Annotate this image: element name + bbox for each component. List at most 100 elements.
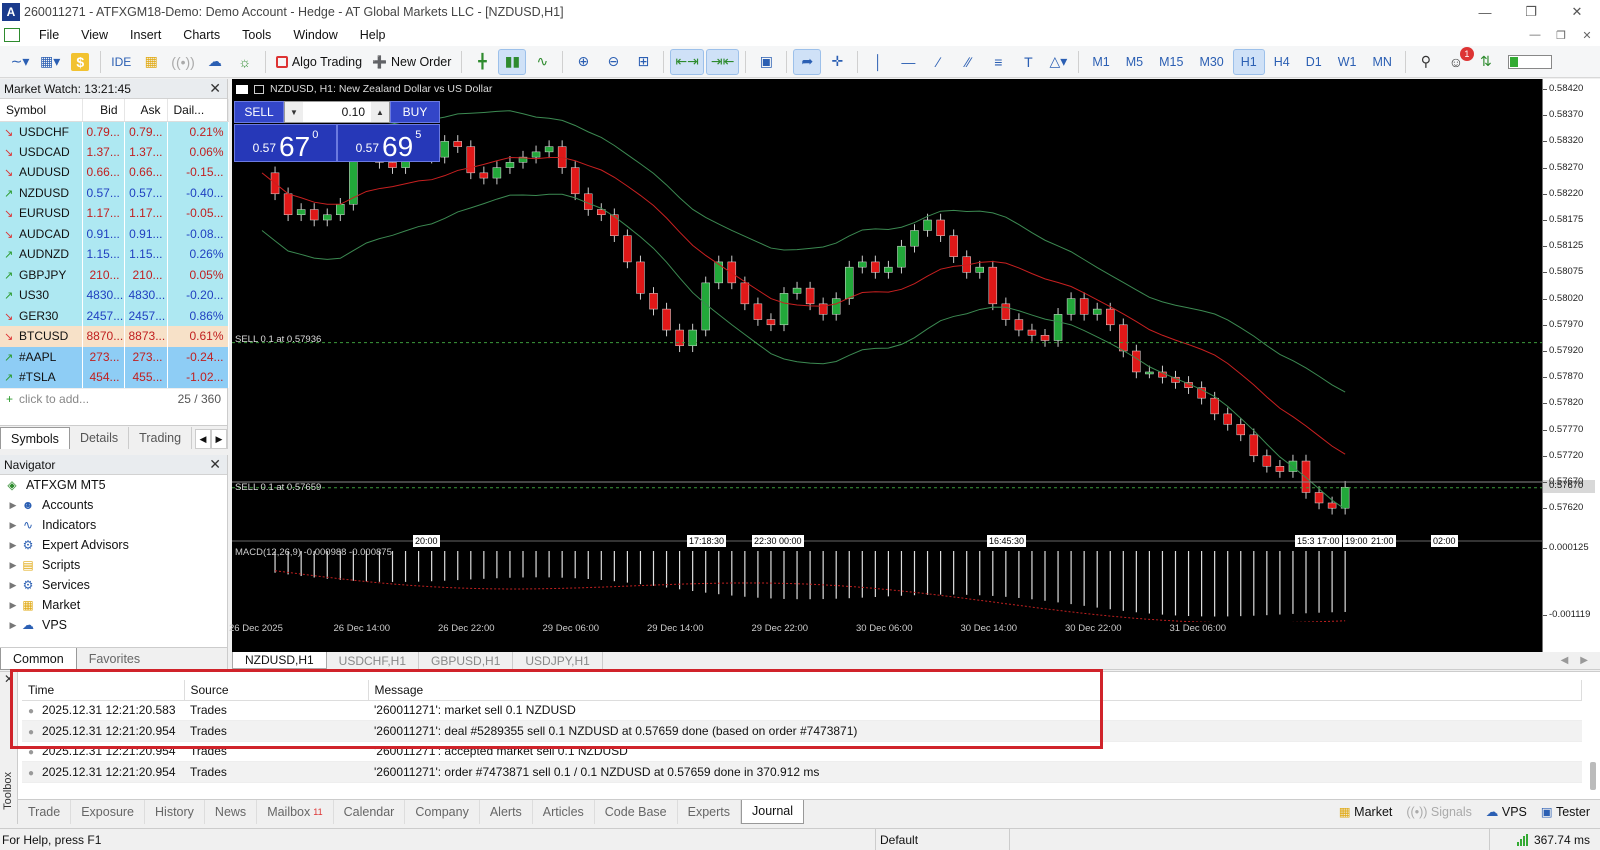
- fibonacci-icon[interactable]: ≡: [984, 49, 1012, 75]
- chevron-right-icon[interactable]: ▶: [1580, 655, 1588, 666]
- navigator-item-scripts[interactable]: ▶ ▤ Scripts: [0, 555, 227, 575]
- expand-chevron-icon[interactable]: ▶: [6, 560, 20, 571]
- menu-tools[interactable]: Tools: [231, 28, 282, 42]
- column-daily[interactable]: Dail...: [167, 99, 229, 122]
- timeframe-m30[interactable]: M30: [1192, 49, 1230, 75]
- journal-row[interactable]: ● 2025.12.31 12:21:20.583 Trades '260011271…: [22, 700, 1582, 721]
- tile-windows-icon[interactable]: ⊞: [629, 49, 657, 75]
- tab-common[interactable]: Common: [0, 648, 77, 670]
- new-order-button[interactable]: ➕ New Order: [368, 49, 455, 75]
- navigator-item-vps[interactable]: ▶ ☁ VPS: [0, 615, 227, 635]
- market-watch-row[interactable]: ↘ USDCAD 1.37... 1.37... 0.06%: [0, 141, 229, 162]
- symbol-cell[interactable]: ↗ #AAPL: [0, 346, 83, 367]
- lot-size-value[interactable]: 0.10: [303, 102, 371, 122]
- tab-chart-gbpusd[interactable]: GBPUSD,H1: [419, 652, 514, 669]
- auto-scroll-icon[interactable]: ⇤⇥: [670, 48, 704, 75]
- symbol-cell[interactable]: ↘ AUDCAD: [0, 223, 83, 244]
- vps-link[interactable]: ☁ VPS: [1486, 804, 1527, 819]
- menu-window[interactable]: Window: [282, 28, 348, 42]
- menu-charts[interactable]: Charts: [172, 28, 231, 42]
- column-ask[interactable]: Ask: [124, 99, 168, 122]
- zoom-out-icon[interactable]: ⊖: [599, 49, 627, 75]
- timeframe-m5[interactable]: M5: [1119, 49, 1150, 75]
- price-chart[interactable]: [232, 79, 1542, 652]
- tab-trade[interactable]: Trade: [18, 799, 72, 824]
- child-minimize-button[interactable]: —: [1522, 29, 1548, 42]
- signal-broadcast-icon[interactable]: ((•)): [167, 49, 199, 75]
- tab-scroll-right-icon[interactable]: ▶: [211, 429, 227, 449]
- journal-row[interactable]: ● 2025.12.31 12:21:20.954 Trades '260011271…: [22, 761, 1582, 783]
- tab-history[interactable]: History: [145, 799, 205, 824]
- tab-exposure[interactable]: Exposure: [71, 799, 146, 824]
- symbol-cell[interactable]: ↘ USDCAD: [0, 141, 83, 162]
- algo-trading-button[interactable]: Algo Trading: [272, 49, 366, 75]
- expand-chevron-icon[interactable]: ▶: [6, 620, 20, 631]
- navigator-item-indicators[interactable]: ▶ ∿ Indicators: [0, 515, 227, 535]
- tab-chart-usdjpy[interactable]: USDJPY,H1: [513, 652, 603, 669]
- market-watch-row[interactable]: ↘ AUDCAD 0.91... 0.91... -0.08...: [0, 223, 229, 244]
- chart-window[interactable]: NZDUSD, H1: New Zealand Dollar vs US Dol…: [229, 79, 1600, 652]
- expand-chevron-icon[interactable]: ▶: [6, 600, 20, 611]
- price-axis[interactable]: 0.57670 0.58420 0.58370 0.58320 0.58270 0.58…: [1542, 79, 1600, 652]
- close-icon[interactable]: ✕: [209, 80, 221, 97]
- symbol-cell[interactable]: ↘ BTCUSD: [0, 326, 83, 347]
- zoom-in-icon[interactable]: ⊕: [569, 49, 597, 75]
- tab-company[interactable]: Company: [405, 799, 480, 824]
- status-ping[interactable]: 367.74 ms: [1490, 833, 1600, 847]
- close-icon[interactable]: ✕: [4, 672, 14, 686]
- buy-price-button[interactable]: 0.57 69 5: [337, 124, 440, 162]
- add-symbol-row[interactable]: + click to add... 25 / 360: [0, 387, 227, 410]
- journal-scrollbar[interactable]: [1590, 762, 1596, 790]
- child-close-button[interactable]: ✕: [1574, 29, 1600, 42]
- text-tool-icon[interactable]: T: [1014, 49, 1042, 75]
- tab-journal[interactable]: Journal: [741, 799, 805, 824]
- lot-increase-icon[interactable]: ▲: [371, 102, 389, 122]
- timeframe-m1[interactable]: M1: [1085, 49, 1116, 75]
- column-time[interactable]: Time: [22, 680, 185, 701]
- menu-file[interactable]: File: [28, 28, 70, 42]
- market-watch-row[interactable]: ↘ BTCUSD 8870... 8873... 0.61%: [0, 326, 229, 347]
- sell-button[interactable]: SELL: [234, 101, 284, 123]
- expand-chevron-icon[interactable]: ▶: [6, 520, 20, 531]
- briefcase-icon[interactable]: ▦: [137, 49, 165, 75]
- timeframe-h1[interactable]: H1: [1232, 48, 1265, 75]
- lot-size-input[interactable]: ▼ 0.10 ▲: [284, 101, 390, 123]
- bar-chart-icon[interactable]: ╋: [468, 49, 496, 75]
- symbol-cell[interactable]: ↘ USDCHF: [0, 121, 83, 142]
- chart-type-line-icon[interactable]: ∼▾: [6, 49, 34, 75]
- tab-favorites[interactable]: Favorites: [77, 648, 152, 670]
- tab-mailbox[interactable]: Mailbox 11: [257, 799, 334, 824]
- close-icon[interactable]: ✕: [209, 456, 221, 473]
- line-chart-icon[interactable]: ∿: [528, 49, 556, 75]
- column-symbol[interactable]: Symbol: [0, 99, 83, 122]
- market-watch-row[interactable]: ↗ GBPJPY 210... 210... 0.05%: [0, 264, 229, 285]
- market-watch-row[interactable]: ↘ EURUSD 1.17... 1.17... -0.05...: [0, 203, 229, 224]
- timeframe-m15[interactable]: M15: [1152, 49, 1190, 75]
- sell-order-label-lower[interactable]: SELL 0.1 at 0.57659: [235, 482, 321, 493]
- horizontal-line-icon[interactable]: —: [894, 49, 922, 75]
- tab-chart-usdchf[interactable]: USDCHF,H1: [327, 652, 420, 669]
- close-window-button[interactable]: ✕: [1554, 0, 1600, 24]
- menu-view[interactable]: View: [70, 28, 119, 42]
- sell-price-button[interactable]: 0.57 67 0: [234, 124, 337, 162]
- shapes-icon[interactable]: △▾: [1044, 49, 1072, 75]
- buy-button[interactable]: BUY: [390, 101, 440, 123]
- minimize-button[interactable]: —: [1462, 0, 1508, 24]
- tab-code-base[interactable]: Code Base: [595, 799, 678, 824]
- tab-experts[interactable]: Experts: [678, 799, 742, 824]
- symbol-cell[interactable]: ↗ #TSLA: [0, 367, 83, 388]
- symbol-cell[interactable]: ↗ GBPJPY: [0, 264, 83, 285]
- tab-symbols[interactable]: Symbols: [0, 427, 70, 449]
- column-message[interactable]: Message: [368, 680, 1582, 701]
- cloud-icon[interactable]: ☁: [201, 49, 229, 75]
- navigator-root[interactable]: ◈ ATFXGM MT5: [0, 475, 227, 495]
- candlestick-chart-icon[interactable]: ▮▮: [498, 48, 527, 75]
- journal-row[interactable]: ● 2025.12.31 12:21:20.954 Trades '260011271…: [22, 720, 1582, 742]
- market-watch-row[interactable]: ↗ #TSLA 454... 455... -1.02...: [0, 367, 229, 388]
- templates-icon[interactable]: ▦▾: [36, 49, 64, 75]
- screenshot-icon[interactable]: ▣: [752, 49, 780, 75]
- signals-link[interactable]: ((•)) Signals: [1406, 805, 1472, 819]
- channel-icon[interactable]: ∕∕: [954, 49, 982, 75]
- status-profile[interactable]: Default: [876, 829, 1010, 850]
- tab-trading[interactable]: Trading: [129, 427, 193, 449]
